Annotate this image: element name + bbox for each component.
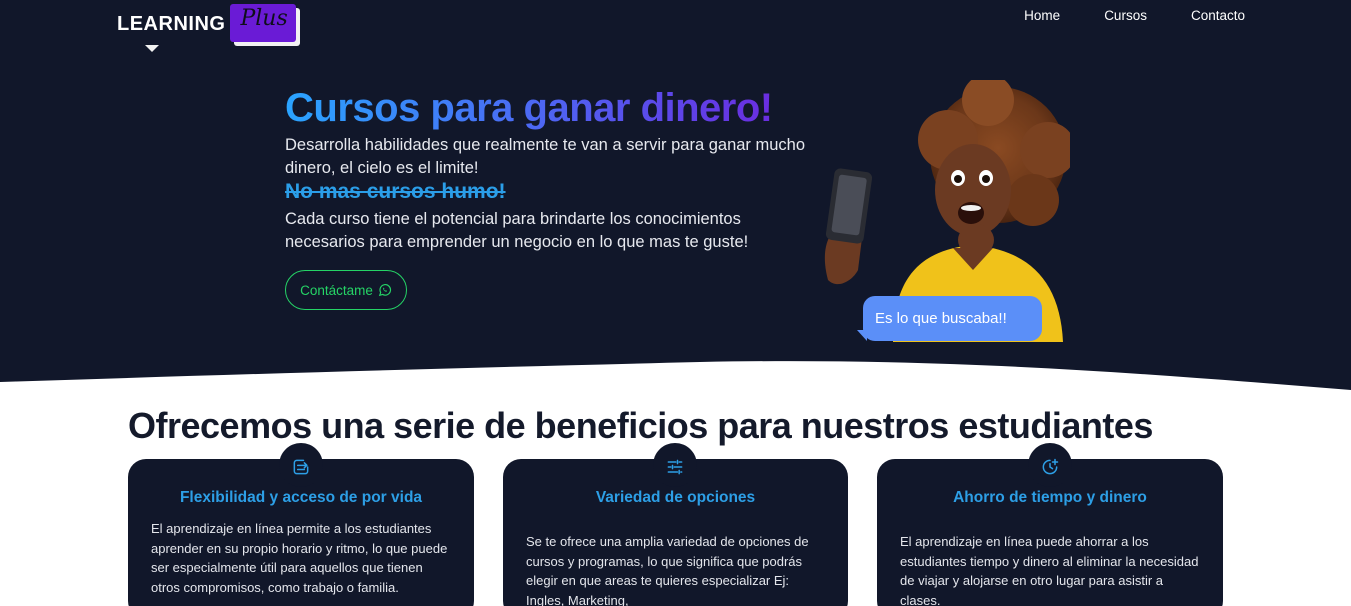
chat-bubble: Es lo que buscaba!!	[863, 296, 1042, 341]
benefit-card-flexibility: Flexibilidad y acceso de por vida El apr…	[128, 443, 474, 606]
hero-title: Cursos para ganar dinero!	[285, 86, 773, 130]
logo-badge-tail	[145, 45, 159, 52]
logo-badge-text: Plus	[240, 6, 288, 31]
benefit-card-savings: Ahorro de tiempo y dinero El aprendizaje…	[877, 443, 1223, 606]
contact-button-label: Contáctame	[300, 282, 373, 298]
contact-button[interactable]: Contáctame	[285, 270, 407, 310]
hero-wave-divider	[0, 361, 1351, 410]
benefit-card-body: El aprendizaje en línea permite a los es…	[151, 521, 448, 595]
benefit-card-title: Ahorro de tiempo y dinero	[953, 489, 1147, 506]
benefit-card-title: Variedad de opciones	[595, 489, 756, 506]
hero-description-2: Cada curso tiene el potencial para brind…	[285, 210, 749, 251]
logo-text: LEARNING	[117, 13, 226, 35]
main-nav: Home Cursos Contacto	[980, 8, 1245, 23]
logo-badge: Plus	[230, 4, 297, 42]
benefit-card-body: Se te ofrece una amplia variedad de opci…	[526, 534, 809, 606]
site-logo[interactable]: LEARNING Plus	[117, 4, 297, 52]
nav-home[interactable]: Home	[1024, 8, 1060, 23]
transfer-icon	[279, 443, 323, 487]
hero-strike-text: No mas cursos humo!	[285, 180, 506, 203]
hero-description: Desarrolla habilidades que realmente te …	[285, 136, 806, 177]
benefits-title: Ofrecemos una serie de beneficios para n…	[128, 405, 1153, 446]
whatsapp-icon	[378, 284, 391, 297]
benefit-card-title: Flexibilidad y acceso de por vida	[179, 489, 423, 506]
benefit-card-variety: Variedad de opciones Se te ofrece una am…	[503, 443, 848, 606]
nav-cursos[interactable]: Cursos	[1104, 8, 1147, 23]
benefit-card-body: El aprendizaje en línea puede ahorrar a …	[900, 534, 1199, 606]
nav-contacto[interactable]: Contacto	[1191, 8, 1245, 23]
sliders-icon	[653, 443, 697, 487]
clock-plus-icon	[1028, 443, 1072, 487]
